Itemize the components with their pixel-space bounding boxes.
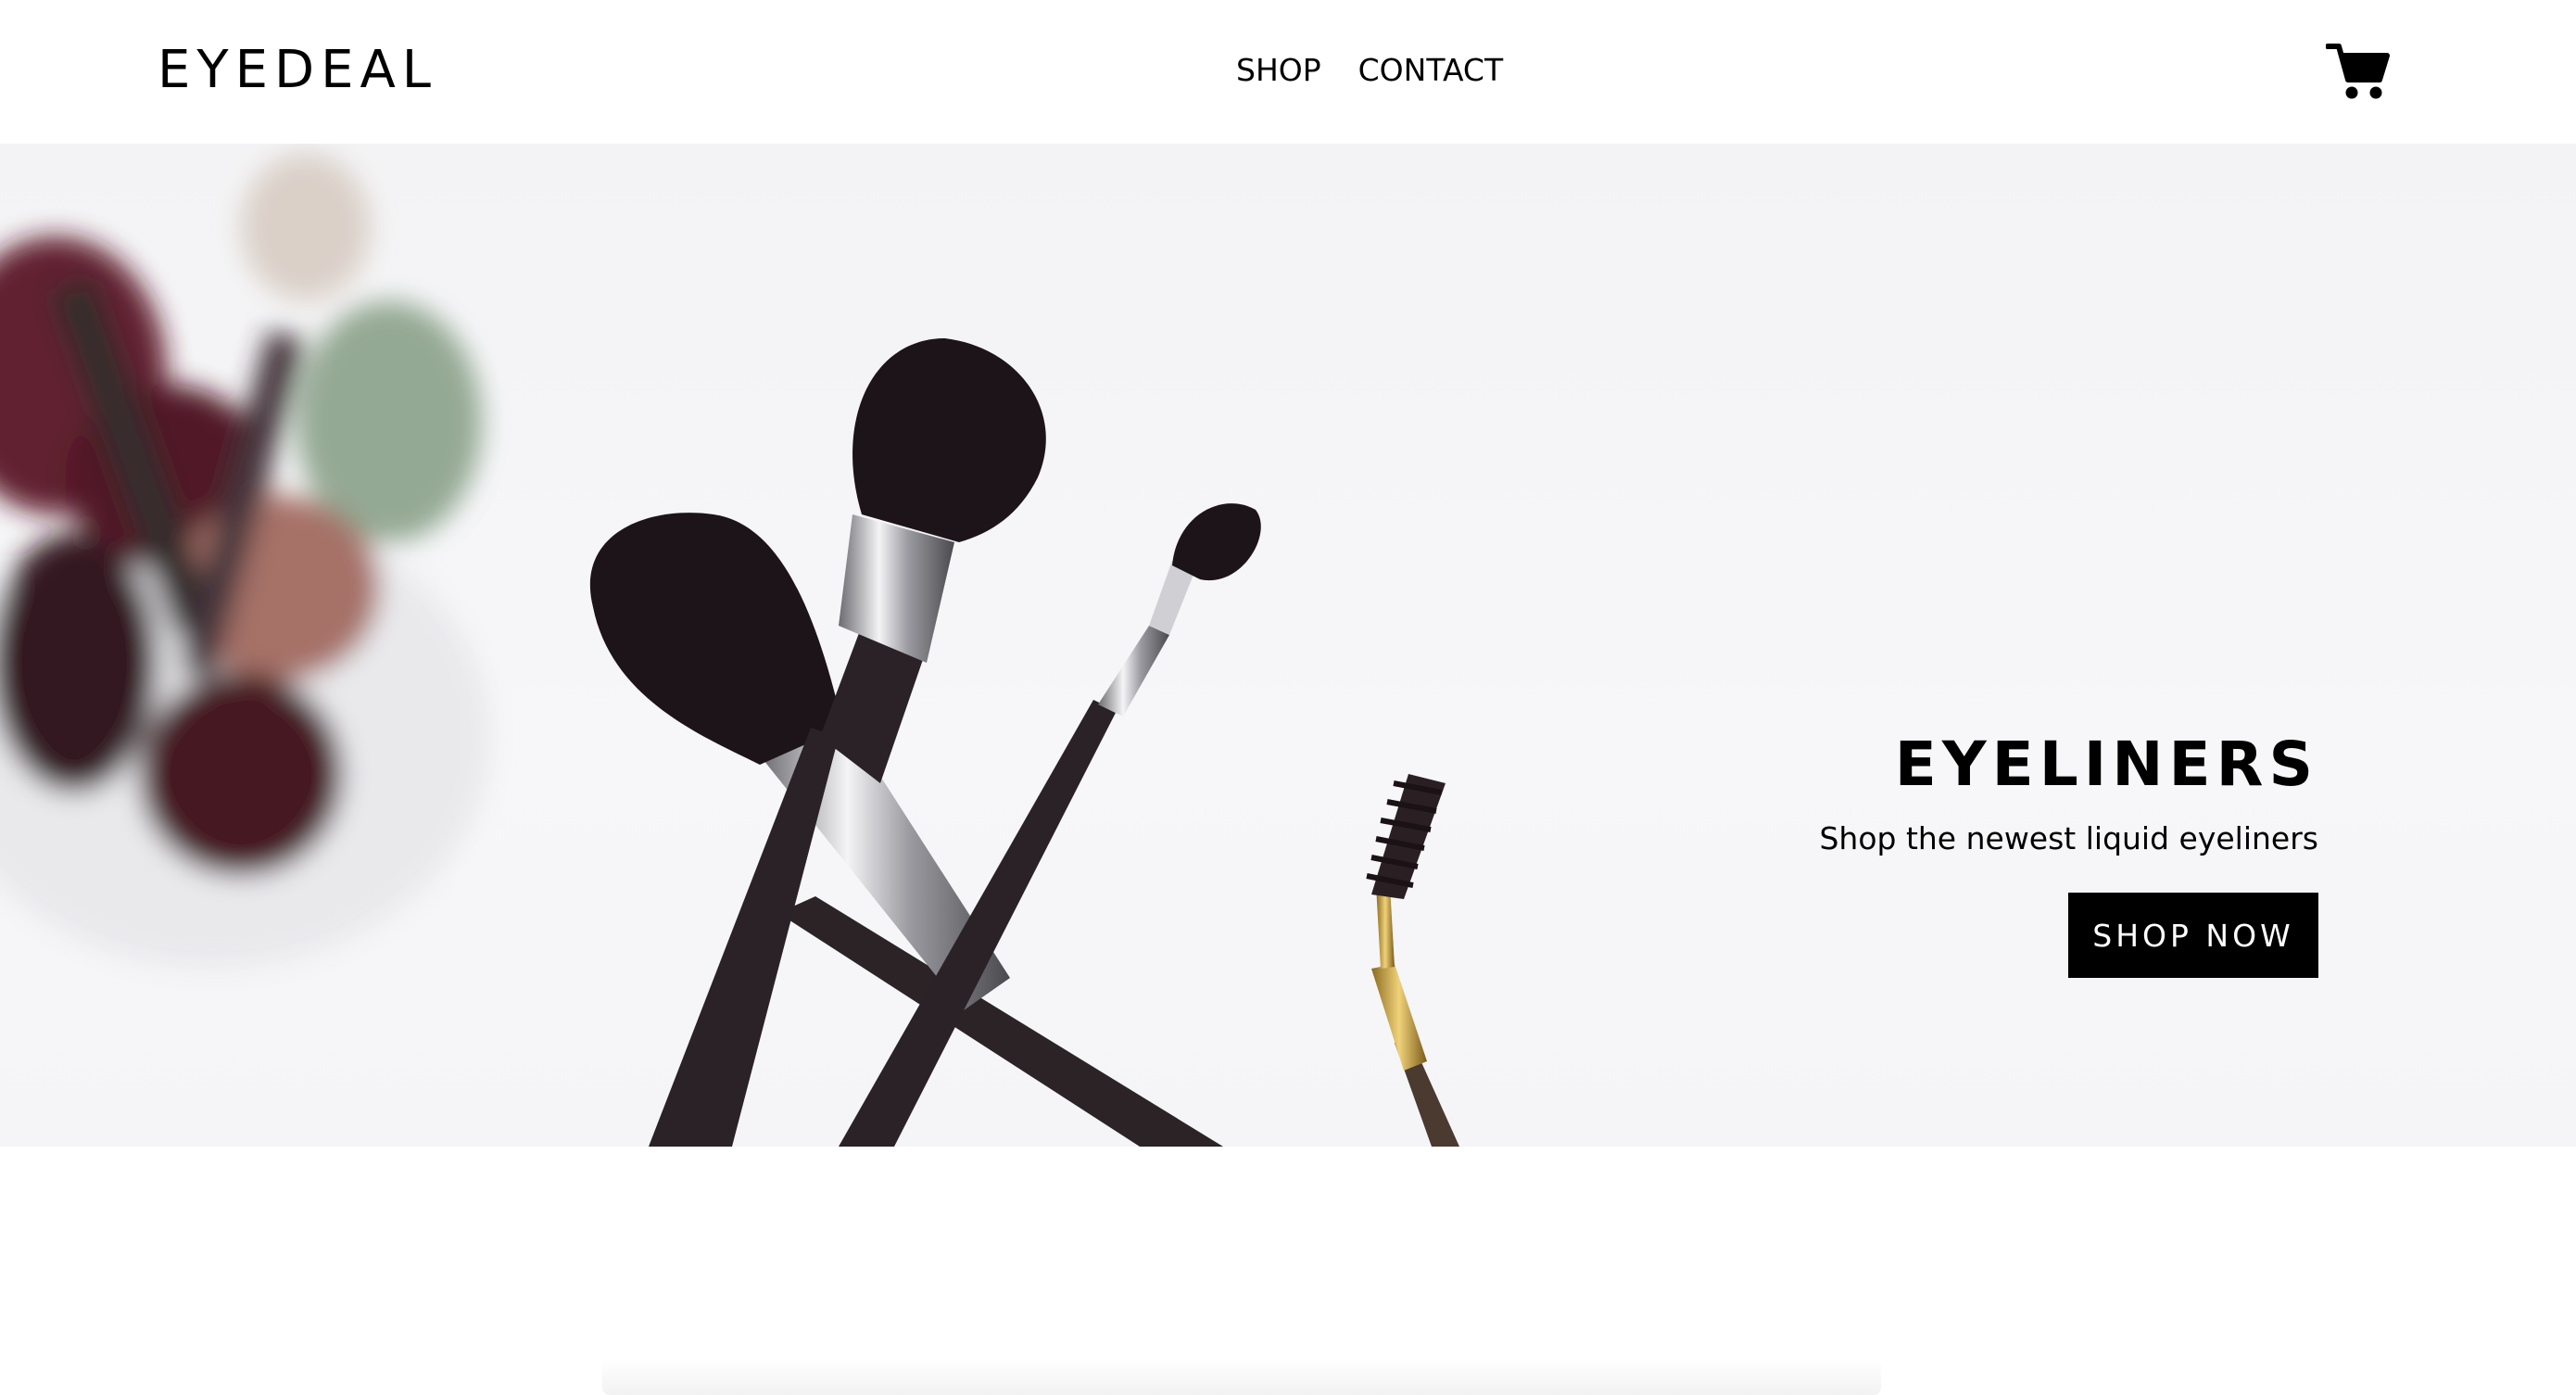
hero-banner: EYELINERS Shop the newest liquid eyeline… <box>0 144 2576 1147</box>
hero-text: EYELINERS Shop the newest liquid eyeline… <box>1819 728 2318 978</box>
cart-button[interactable] <box>2325 41 2391 102</box>
card-edge <box>602 1358 1881 1395</box>
site-header: EYEDEAL SHOP CONTACT <box>0 0 2576 144</box>
content-section <box>0 1147 2576 1395</box>
hero-subtitle: Shop the newest liquid eyeliners <box>1819 820 2318 856</box>
main-nav: SHOP CONTACT <box>1236 50 1503 91</box>
shop-now-button[interactable]: SHOP NOW <box>2068 893 2318 978</box>
nav-link-contact[interactable]: CONTACT <box>1358 50 1504 91</box>
makeup-brushes-photo <box>0 153 1459 1147</box>
shopping-cart-icon <box>2325 44 2390 99</box>
logo[interactable]: EYEDEAL <box>158 41 437 100</box>
nav-link-shop[interactable]: SHOP <box>1236 50 1321 91</box>
hero-title: EYELINERS <box>1894 729 2318 800</box>
